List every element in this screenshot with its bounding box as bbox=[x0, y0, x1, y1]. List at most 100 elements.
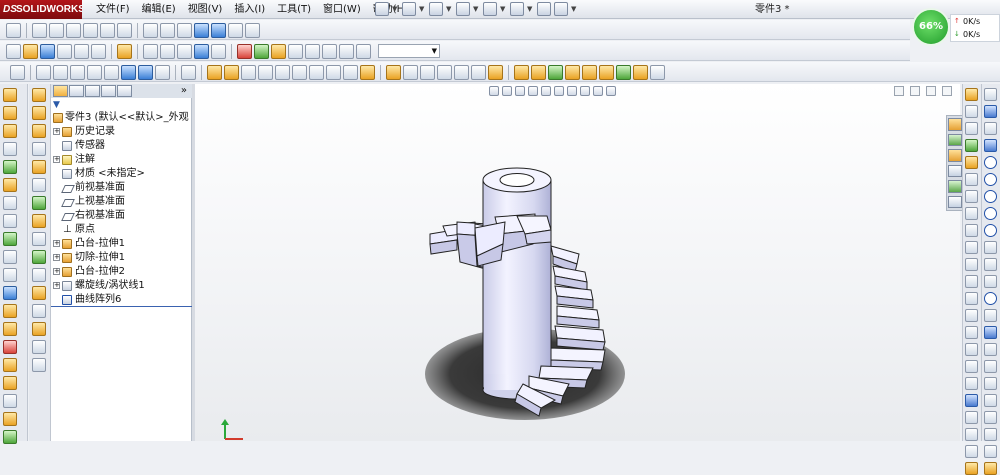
chevron-down-icon[interactable]: ▼ bbox=[392, 2, 399, 16]
camera-icon[interactable] bbox=[305, 43, 320, 59]
expand-toggle[interactable]: + bbox=[53, 268, 60, 275]
new-icon[interactable] bbox=[6, 43, 21, 59]
undo-icon[interactable] bbox=[74, 43, 89, 59]
smart-dimension-icon[interactable] bbox=[965, 105, 978, 118]
draft-icon[interactable] bbox=[3, 268, 17, 282]
centerline-icon[interactable] bbox=[984, 326, 997, 339]
rectangle-icon[interactable] bbox=[32, 124, 46, 138]
linear-pattern-icon[interactable] bbox=[386, 64, 401, 80]
solidworks-logo[interactable]: DS SOLIDWORKS bbox=[0, 0, 82, 19]
plane-icon[interactable] bbox=[32, 250, 46, 264]
point-icon[interactable] bbox=[32, 286, 46, 300]
save-icon[interactable] bbox=[40, 43, 55, 59]
convert-entities-icon[interactable] bbox=[965, 377, 978, 390]
tab-property-manager[interactable] bbox=[69, 85, 84, 97]
mirror-entities-icon[interactable] bbox=[965, 241, 978, 254]
tree-item-curve-pattern[interactable]: 曲线阵列6 bbox=[51, 293, 192, 307]
line-icon[interactable] bbox=[32, 106, 46, 120]
cut-icon[interactable] bbox=[3, 178, 17, 192]
three-point-arc-icon[interactable] bbox=[984, 224, 997, 237]
sketch-chamfer-icon[interactable] bbox=[984, 360, 997, 373]
stretch-entities-icon[interactable] bbox=[965, 343, 978, 356]
offset-icon[interactable] bbox=[32, 358, 46, 372]
polygon-icon[interactable] bbox=[984, 292, 997, 305]
render-icon[interactable] bbox=[177, 43, 192, 59]
view-top-icon[interactable] bbox=[104, 64, 119, 80]
expand-panel-button[interactable]: » bbox=[181, 84, 187, 98]
perspective-icon[interactable] bbox=[245, 22, 260, 38]
chevron-down-icon[interactable]: ▼ bbox=[446, 2, 453, 16]
construction-icon[interactable] bbox=[965, 224, 978, 237]
view-normal-icon[interactable] bbox=[155, 64, 170, 80]
tangent-arc-icon[interactable] bbox=[984, 207, 997, 220]
swept-boss-icon[interactable] bbox=[241, 64, 256, 80]
chevron-down-icon[interactable]: ▼ bbox=[419, 2, 426, 16]
line-icon[interactable] bbox=[548, 64, 563, 80]
walk-through-icon[interactable] bbox=[322, 43, 337, 59]
options-icon[interactable] bbox=[554, 2, 568, 16]
boss-icon[interactable] bbox=[3, 88, 17, 102]
edit-color-icon[interactable] bbox=[143, 43, 158, 59]
rib-icon[interactable] bbox=[3, 250, 17, 264]
draft-icon[interactable] bbox=[437, 64, 452, 80]
file-explorer-icon[interactable] bbox=[948, 149, 962, 162]
sketch-icon[interactable] bbox=[32, 88, 46, 102]
line-icon[interactable] bbox=[984, 122, 997, 135]
link-views-icon[interactable] bbox=[181, 64, 196, 80]
arc-icon[interactable] bbox=[32, 160, 46, 174]
block-icon[interactable] bbox=[965, 428, 978, 441]
display-relations-icon[interactable] bbox=[965, 156, 978, 169]
print-icon[interactable] bbox=[456, 2, 470, 16]
tree-item-front-plane[interactable]: 前视基准面 bbox=[51, 181, 192, 195]
menu-edit[interactable]: 编辑(E) bbox=[136, 0, 182, 19]
open-icon[interactable] bbox=[402, 2, 416, 16]
perimeter-circle-icon[interactable] bbox=[984, 173, 997, 186]
menu-insert[interactable]: 插入(I) bbox=[228, 0, 271, 19]
menu-view[interactable]: 视图(V) bbox=[182, 0, 229, 19]
polygon-icon[interactable] bbox=[32, 178, 46, 192]
shell-icon[interactable] bbox=[360, 64, 375, 80]
rapid-sketch-icon[interactable] bbox=[965, 207, 978, 220]
view-bottom-icon[interactable] bbox=[121, 64, 136, 80]
extend-icon[interactable] bbox=[32, 340, 46, 354]
circular-pattern-icon[interactable] bbox=[403, 64, 418, 80]
mirror-icon[interactable] bbox=[420, 64, 435, 80]
sweep-icon[interactable] bbox=[3, 124, 17, 138]
chevron-down-icon[interactable]: ▼ bbox=[500, 2, 507, 16]
view-right-icon[interactable] bbox=[87, 64, 102, 80]
spline-icon[interactable] bbox=[616, 64, 631, 80]
shaded-icon[interactable] bbox=[211, 22, 226, 38]
text-icon[interactable] bbox=[32, 268, 46, 282]
offset-entities-icon[interactable] bbox=[965, 360, 978, 373]
dome-icon[interactable] bbox=[454, 64, 469, 80]
expand-toggle[interactable]: + bbox=[53, 254, 60, 261]
tab-display-manager[interactable] bbox=[117, 85, 132, 97]
exit-sketch-icon[interactable] bbox=[984, 462, 997, 475]
quick-snaps-icon[interactable] bbox=[965, 190, 978, 203]
scale-entities-icon[interactable] bbox=[965, 309, 978, 322]
extend-icon[interactable] bbox=[984, 394, 997, 407]
view-palette-icon[interactable] bbox=[948, 164, 962, 177]
solidworks-resources-icon[interactable] bbox=[948, 118, 962, 131]
tree-item-material[interactable]: 材质 <未指定> bbox=[51, 167, 192, 181]
split-icon[interactable] bbox=[3, 412, 17, 426]
chevron-down-icon[interactable]: ▼ bbox=[473, 2, 480, 16]
print-icon[interactable] bbox=[57, 43, 72, 59]
rotate-entities-icon[interactable] bbox=[965, 292, 978, 305]
open-icon[interactable] bbox=[23, 43, 38, 59]
tree-item-cut-extrude1[interactable]: + 切除-拉伸1 bbox=[51, 251, 192, 265]
chevron-down-icon[interactable]: ▼ bbox=[527, 2, 534, 16]
sheet-metal-icon[interactable] bbox=[3, 322, 17, 336]
zoom-in-out-icon[interactable] bbox=[66, 22, 81, 38]
view-left-icon[interactable] bbox=[70, 64, 85, 80]
mold-icon[interactable] bbox=[3, 340, 17, 354]
tree-item-sensors[interactable]: 传感器 bbox=[51, 139, 192, 153]
move-icon[interactable] bbox=[3, 430, 17, 444]
redo-icon[interactable] bbox=[510, 2, 524, 16]
sketch-icon[interactable] bbox=[984, 88, 997, 101]
expand-toggle[interactable]: + bbox=[53, 128, 60, 135]
hidden-lines-removed-icon[interactable] bbox=[177, 22, 192, 38]
lofted-boss-icon[interactable] bbox=[258, 64, 273, 80]
weld-icon[interactable] bbox=[3, 304, 17, 318]
rebuild-icon[interactable] bbox=[117, 43, 132, 59]
